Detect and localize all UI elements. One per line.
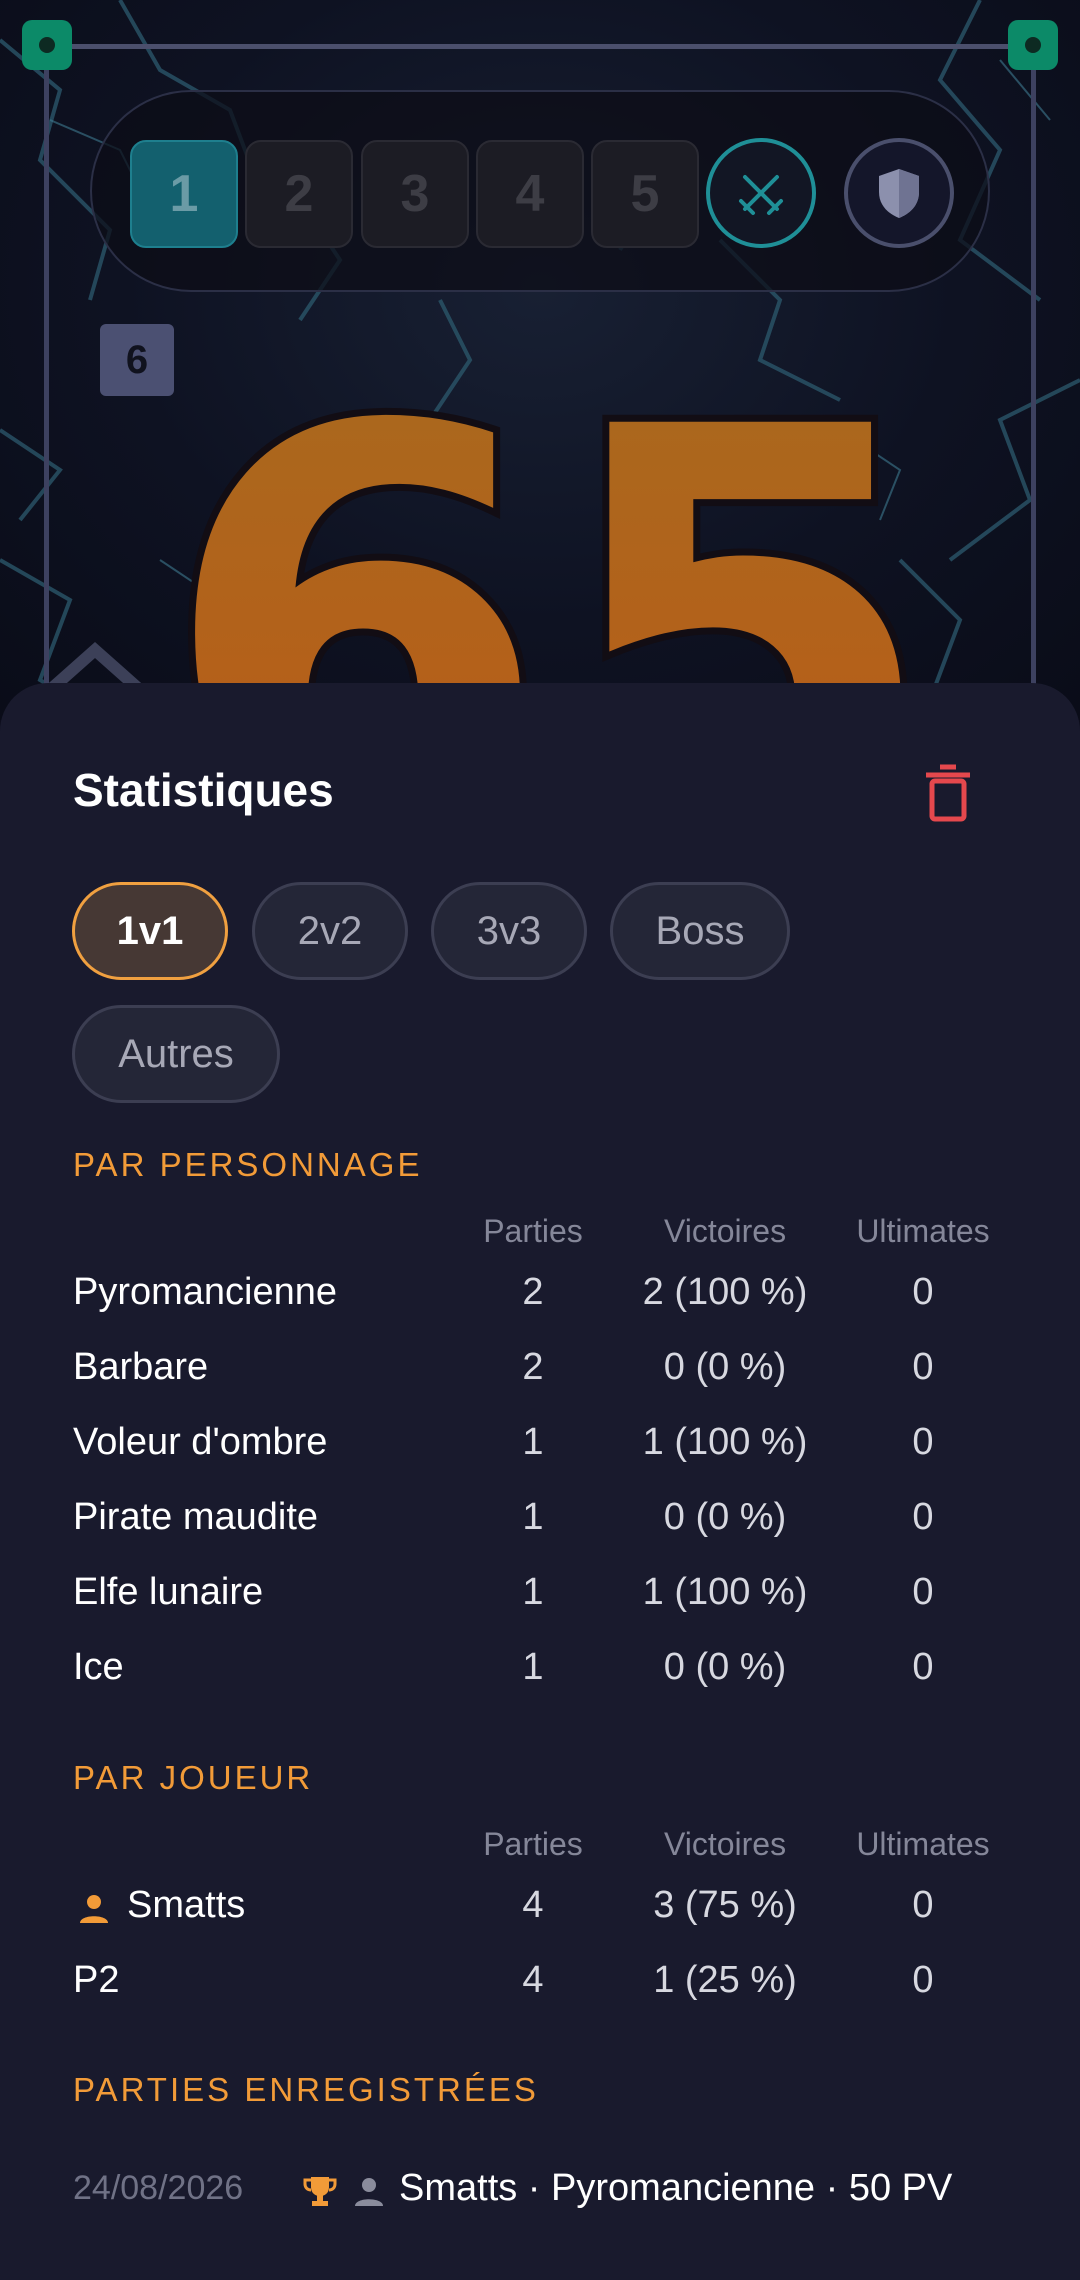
column-header: Victoires (663, 1213, 787, 1249)
swords-icon (739, 175, 783, 215)
games-count: 2 (522, 1271, 544, 1313)
filter-1v1[interactable]: 1v1 (72, 882, 228, 980)
frame-line (1031, 46, 1036, 720)
round-selector: 1 2 3 4 5 (90, 90, 990, 292)
section-by-player: PAR JOUEUR (73, 1759, 314, 1796)
wins-count: 1 (100 %) (642, 1571, 808, 1613)
round-4-button[interactable]: 4 (476, 140, 584, 248)
games-count: 1 (522, 1421, 544, 1463)
column-header: Ultimates (856, 1826, 990, 1862)
trophy-icon (303, 2177, 337, 2206)
person-icon (355, 2178, 383, 2206)
games-count: 1 (522, 1496, 544, 1538)
panel-title: Statistiques (73, 764, 334, 816)
column-header: Parties (483, 1213, 583, 1249)
ultimates-count: 0 (912, 1271, 934, 1313)
corner-handle[interactable] (22, 20, 72, 70)
filter-autres[interactable]: Autres (72, 1005, 280, 1103)
match-date: 24/08/2026 (73, 2169, 244, 2207)
score-value: 65 (180, 311, 920, 720)
corner-handle[interactable] (1008, 20, 1058, 70)
character-name: Ice (73, 1646, 124, 1688)
character-name: Pirate maudite (73, 1496, 319, 1538)
games-count: 4 (522, 1959, 544, 2001)
character-name: Elfe lunaire (73, 1571, 264, 1613)
ultimates-count: 0 (912, 1421, 934, 1463)
shield-icon (879, 169, 919, 218)
statistics-panel: Statistiques 1v1 2v2 3v3 Boss Autres PAR… (0, 683, 1080, 2280)
ultimates-count: 0 (912, 1571, 934, 1613)
wins-count: 2 (100 %) (642, 1271, 808, 1313)
column-header: Victoires (663, 1826, 787, 1862)
column-header: Ultimates (856, 1213, 990, 1249)
round-2-button[interactable]: 2 (245, 140, 353, 248)
frame-line (46, 44, 1034, 49)
character-name: Voleur d'ombre (73, 1421, 328, 1463)
frame-line (44, 46, 49, 720)
match-summary: Smatts · Pyromancienne · 50 PV (399, 2167, 953, 2209)
column-header: Parties (483, 1826, 583, 1862)
ultimates-count: 0 (912, 1959, 934, 2001)
games-count: 1 (522, 1646, 544, 1688)
wins-count: 0 (0 %) (663, 1346, 787, 1388)
person-icon (80, 1895, 108, 1923)
filter-2v2[interactable]: 2v2 (252, 882, 408, 980)
wins-count: 0 (0 %) (663, 1646, 787, 1688)
round-3-button[interactable]: 3 (361, 140, 469, 248)
round-1-button[interactable]: 1 (130, 140, 238, 248)
games-count: 1 (522, 1571, 544, 1613)
trash-icon[interactable] (920, 763, 976, 823)
character-name: Barbare (73, 1346, 209, 1388)
ultimates-count: 0 (912, 1346, 934, 1388)
ultimates-count: 0 (912, 1884, 934, 1926)
player-name: Smatts (127, 1884, 246, 1926)
attack-button[interactable] (706, 138, 816, 248)
wins-count: 3 (75 %) (653, 1884, 797, 1926)
ultimates-count: 0 (912, 1646, 934, 1688)
character-name: Pyromancienne (73, 1271, 338, 1313)
turn-badge: 6 (100, 324, 174, 396)
games-count: 4 (522, 1884, 544, 1926)
wins-count: 1 (25 %) (653, 1959, 797, 2001)
game-board: 1 2 3 4 5 6 65 (0, 0, 1080, 720)
score-display: 65 (180, 304, 920, 720)
player-name: P2 (73, 1959, 120, 2001)
wins-count: 0 (0 %) (663, 1496, 787, 1538)
filter-3v3[interactable]: 3v3 (431, 882, 587, 980)
defend-button[interactable] (844, 138, 954, 248)
section-by-character: PAR PERSONNAGE (73, 1146, 423, 1183)
filter-boss[interactable]: Boss (610, 882, 790, 980)
wins-count: 1 (100 %) (642, 1421, 808, 1463)
section-saved-matches: PARTIES ENREGISTRÉES (73, 2071, 539, 2108)
round-5-button[interactable]: 5 (591, 140, 699, 248)
ultimates-count: 0 (912, 1496, 934, 1538)
games-count: 2 (522, 1346, 544, 1388)
